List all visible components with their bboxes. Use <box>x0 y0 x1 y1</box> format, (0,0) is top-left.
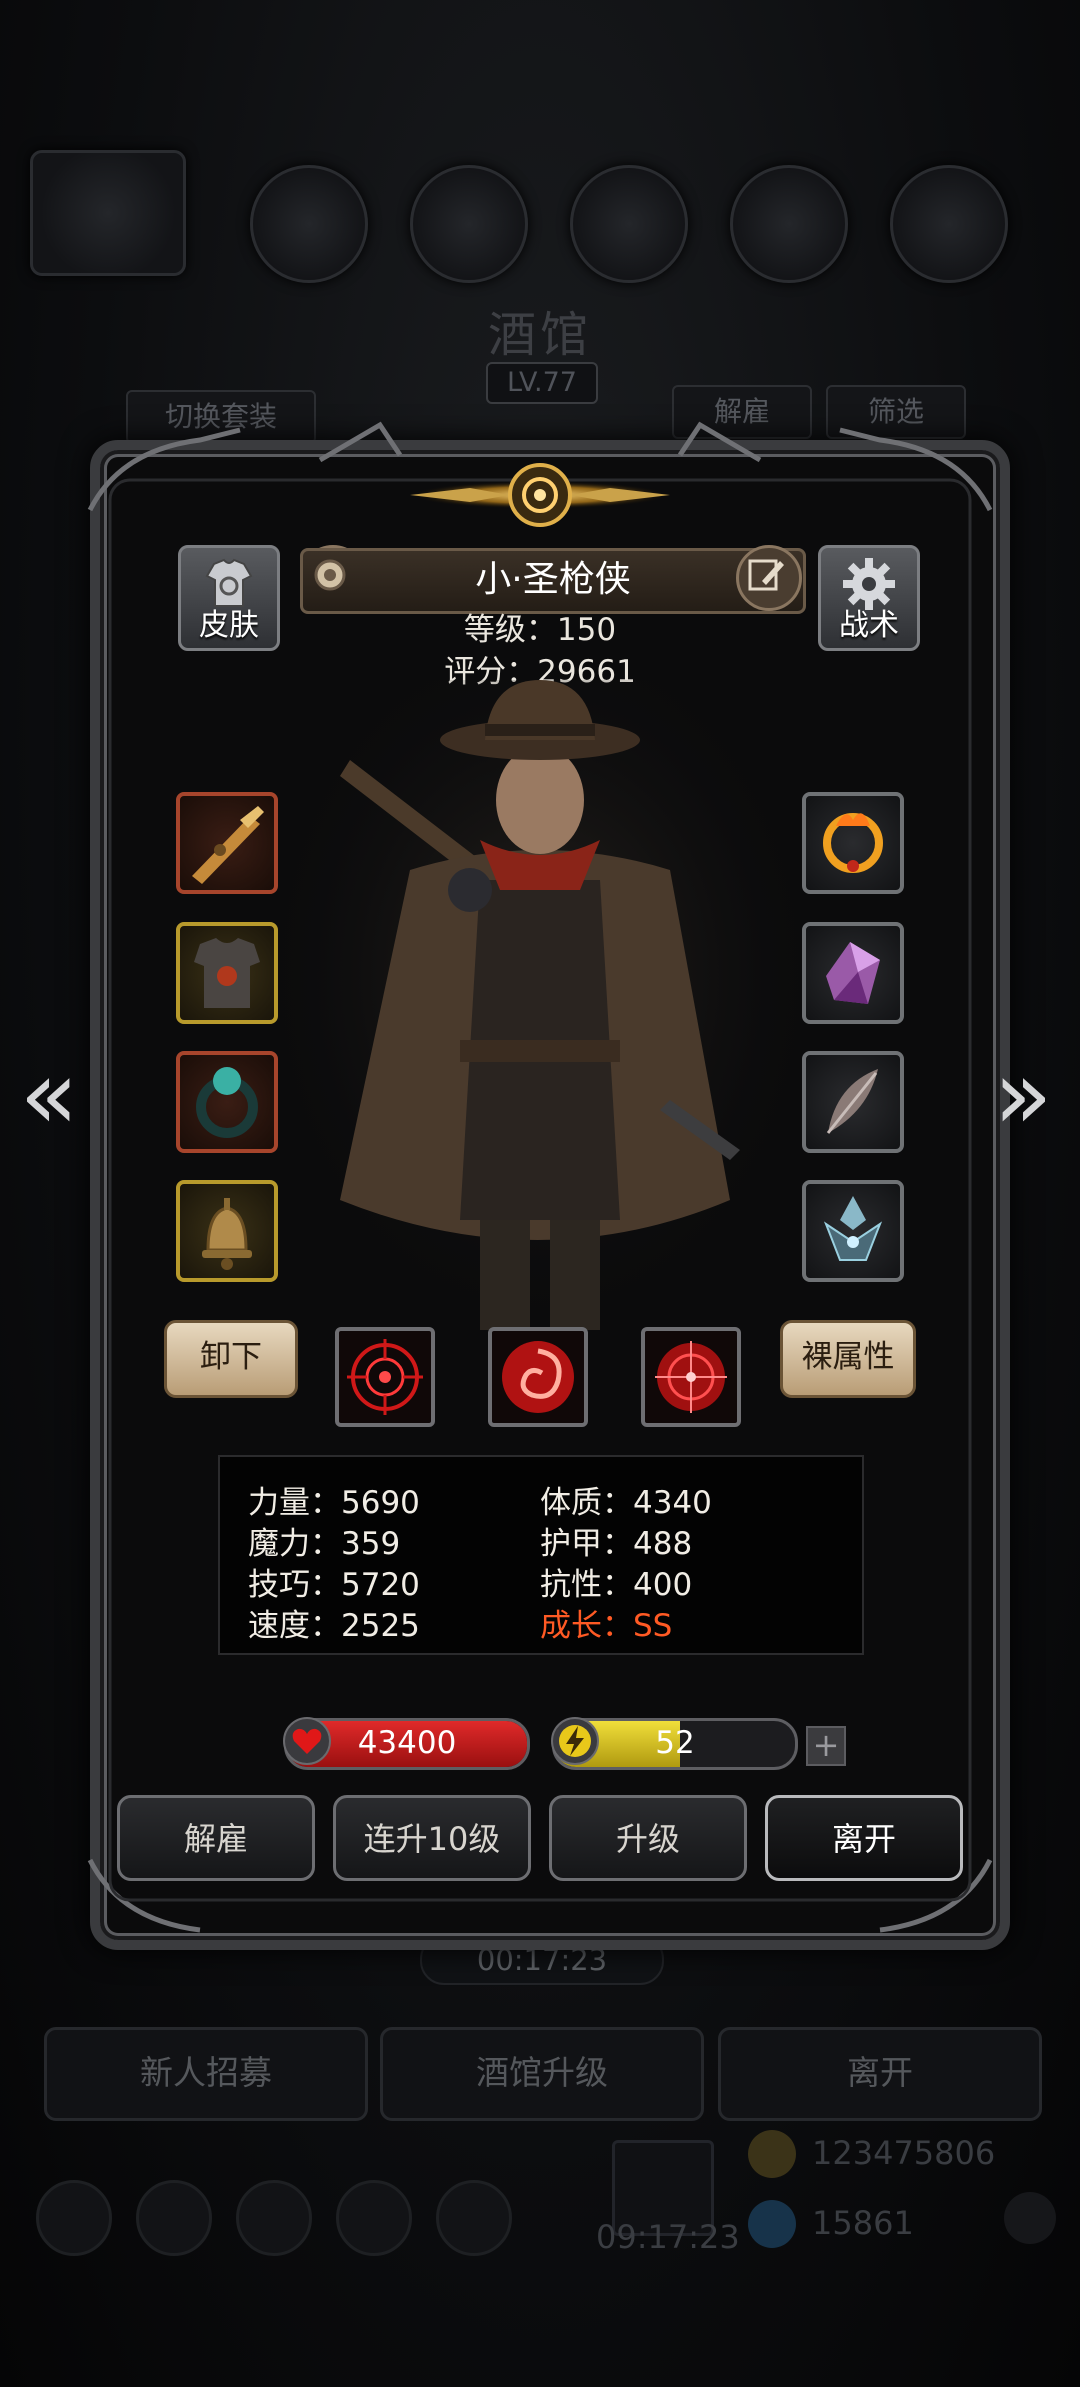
menu-circle-1[interactable] <box>36 2180 112 2256</box>
vortex-skill-icon <box>502 1341 574 1413</box>
attr-armor: 护甲：488 <box>540 1526 693 1562</box>
gold-amount: 123475806 <box>812 2134 996 2172</box>
heart-icon <box>283 1717 331 1765</box>
attr-speed: 速度：2525 <box>248 1608 420 1644</box>
equip-slot-weapon[interactable] <box>176 792 278 894</box>
equip-slot-ring[interactable] <box>176 1051 278 1153</box>
bg-leave-button[interactable]: 离开 <box>718 2027 1042 2121</box>
medal-icon <box>314 559 346 591</box>
rifle-icon <box>192 806 264 884</box>
gem-icon <box>748 2200 796 2248</box>
tab-circle-1 <box>250 165 368 283</box>
hero-portrait-frame <box>30 150 186 276</box>
tavern-upgrade-button[interactable]: 酒馆升级 <box>380 2027 704 2121</box>
attr-magic: 魔力：359 <box>248 1526 401 1562</box>
equip-slot-armor[interactable] <box>176 922 278 1024</box>
pencil-icon <box>748 559 784 591</box>
recruit-button[interactable]: 新人招募 <box>44 2027 368 2121</box>
hero-character-portrait <box>280 680 800 1340</box>
tab-circle-2 <box>410 165 528 283</box>
menu-circle-3[interactable] <box>236 2180 312 2256</box>
lightning-icon <box>551 1717 599 1765</box>
fire-ring-icon <box>823 813 883 873</box>
attr-skill: 技巧：5720 <box>248 1567 420 1603</box>
level-up-10-button[interactable]: 连升10级 <box>333 1795 531 1881</box>
unequip-button[interactable]: 卸下 <box>164 1320 298 1398</box>
skill-slot-1[interactable] <box>335 1327 435 1427</box>
menu-circle-5[interactable] <box>436 2180 512 2256</box>
crosshair-skill-icon <box>347 1339 423 1415</box>
hero-level: 等级：150 <box>463 612 617 648</box>
more-circle[interactable] <box>1004 2192 1056 2244</box>
target-skill-icon <box>655 1341 727 1413</box>
dismiss-button[interactable]: 解雇 <box>117 1795 315 1881</box>
menu-circle-2[interactable] <box>136 2180 212 2256</box>
tab-circle-3 <box>570 165 688 283</box>
attr-strength: 力量：5690 <box>248 1485 420 1521</box>
emblem-icon <box>823 1196 883 1261</box>
skill-slot-2[interactable] <box>488 1327 588 1427</box>
equip-slot-emblem[interactable] <box>802 1180 904 1282</box>
base-attributes-button[interactable]: 裸属性 <box>780 1320 916 1398</box>
tavern-level: LV.77 <box>486 362 598 404</box>
attr-resistance: 抗性：400 <box>540 1567 693 1603</box>
equip-slot-fire-ring[interactable] <box>802 792 904 894</box>
gold-coin-icon <box>748 2130 796 2178</box>
attr-growth: 成长：SS <box>540 1608 673 1644</box>
next-hero-arrow-icon[interactable]: » <box>988 1040 1058 1150</box>
armor-icon <box>194 938 260 1008</box>
ring-icon <box>196 1067 258 1138</box>
previous-hero-arrow-icon[interactable]: « <box>14 1040 84 1150</box>
bell-icon <box>202 1198 252 1270</box>
equip-slot-feather[interactable] <box>802 1051 904 1153</box>
gift-timer: 09:17:23 <box>596 2218 740 2256</box>
add-energy-button[interactable]: + <box>806 1726 846 1766</box>
equip-slot-bell[interactable] <box>176 1180 278 1282</box>
equip-slot-crystal[interactable] <box>802 922 904 1024</box>
leave-button[interactable]: 离开 <box>765 1795 963 1881</box>
tavern-title: 酒馆 <box>487 307 592 363</box>
attr-constitution: 体质：4340 <box>540 1485 712 1521</box>
menu-circle-4[interactable] <box>336 2180 412 2256</box>
tab-circle-5 <box>890 165 1008 283</box>
upgrade-button[interactable]: 升级 <box>549 1795 747 1881</box>
gem-amount: 15861 <box>812 2204 914 2242</box>
crest-emblem-icon <box>410 463 670 527</box>
tab-circle-4 <box>730 165 848 283</box>
skill-slot-3[interactable] <box>641 1327 741 1427</box>
feather-icon <box>826 1069 878 1134</box>
crystal-icon <box>826 942 880 1004</box>
